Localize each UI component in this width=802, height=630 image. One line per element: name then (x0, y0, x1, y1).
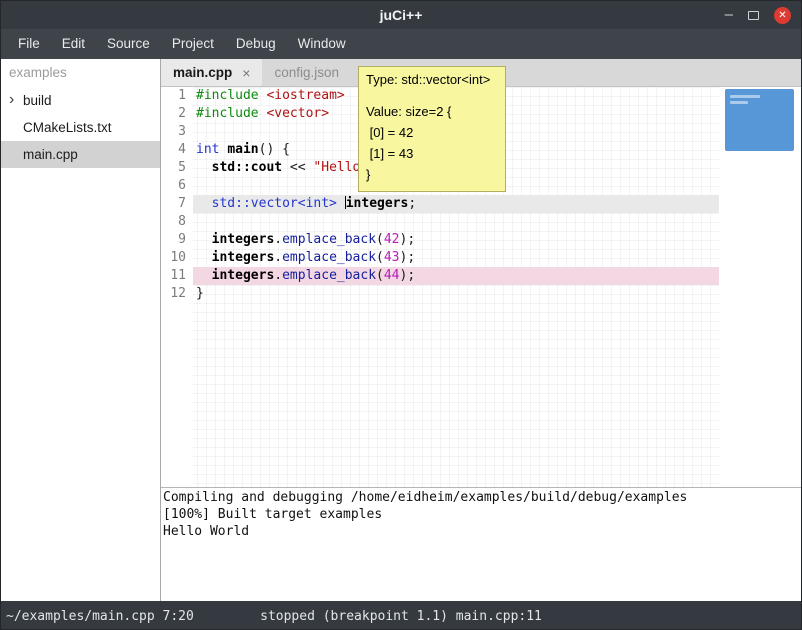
terminal-output[interactable]: Compiling and debugging /home/eidheim/ex… (161, 487, 801, 601)
menu-window[interactable]: Window (287, 29, 357, 59)
line-number[interactable]: 1 (161, 87, 193, 105)
minimize-button[interactable]: – (725, 1, 733, 29)
tab-label: main.cpp (173, 65, 232, 80)
close-button[interactable]: ✕ (774, 7, 791, 24)
line-number[interactable]: 4 (161, 141, 193, 159)
menu-source[interactable]: Source (96, 29, 161, 59)
menu-file[interactable]: File (7, 29, 51, 59)
tooltip-type-line: Type: std::vector<int> (366, 72, 498, 87)
line-number[interactable]: 7 (161, 195, 193, 213)
code-line-10[interactable]: 10 integers.emplace_back(43); (161, 249, 719, 267)
code-line-12[interactable]: 12} (161, 285, 719, 303)
code-line-9[interactable]: 9 integers.emplace_back(42); (161, 231, 719, 249)
tooltip-value-line: Value: size=2 { (366, 101, 498, 122)
window-controls: – ✕ (725, 1, 791, 29)
window-title: juCi++ (1, 7, 801, 23)
code-line-7[interactable]: 7 std::vector<int> integers; (161, 195, 719, 213)
tab-label: config.json (274, 65, 339, 80)
terminal-line: Compiling and debugging /home/eidheim/ex… (163, 489, 799, 506)
tree-item-cmakelists.txt[interactable]: CMakeLists.txt (1, 114, 160, 141)
line-number[interactable]: 3 (161, 123, 193, 141)
tooltip-value-line: } (366, 164, 498, 185)
line-number[interactable]: 10 (161, 249, 193, 267)
line-number[interactable]: 9 (161, 231, 193, 249)
expander-icon[interactable]: › (9, 86, 14, 113)
tree-item-label: build (23, 93, 52, 108)
menu-edit[interactable]: Edit (51, 29, 96, 59)
debug-value-tooltip: Type: std::vector<int> Value: size=2 { [… (358, 66, 506, 192)
tooltip-value-line: [1] = 43 (366, 143, 498, 164)
tab-config.json[interactable]: config.json (262, 59, 351, 86)
file-tree-panel: examples › build CMakeLists.txt main.cpp (1, 59, 161, 601)
line-number[interactable]: 6 (161, 177, 193, 195)
menu-debug[interactable]: Debug (225, 29, 287, 59)
status-bar: ~/examples/main.cpp 7:20 stopped (breakp… (1, 601, 801, 630)
status-file-position: ~/examples/main.cpp 7:20 (1, 609, 194, 624)
tree-item-build[interactable]: › build (1, 87, 160, 114)
tree-item-main.cpp[interactable]: main.cpp (1, 141, 160, 168)
code-line-8[interactable]: 8 (161, 213, 719, 231)
line-number[interactable]: 12 (161, 285, 193, 303)
tab-main.cpp[interactable]: main.cpp × (161, 59, 262, 86)
maximize-button[interactable] (748, 11, 759, 20)
line-number[interactable]: 8 (161, 213, 193, 231)
status-debug-state: stopped (breakpoint 1.1) main.cpp:11 (260, 609, 542, 624)
code-text: integers.emplace_back(44); (193, 267, 719, 285)
editor-overview-strip (719, 87, 801, 487)
menu-project[interactable]: Project (161, 29, 225, 59)
code-text: integers.emplace_back(43); (193, 249, 719, 267)
menubar: FileEditSourceProjectDebugWindow (1, 29, 801, 59)
tooltip-value-line: [0] = 42 (366, 122, 498, 143)
line-number[interactable]: 11 (161, 267, 193, 285)
code-text: } (193, 285, 719, 303)
scrollbar-thumb[interactable] (725, 89, 794, 151)
project-name-header: examples (1, 59, 160, 87)
tree-item-label: CMakeLists.txt (23, 120, 112, 135)
code-line-11[interactable]: 11 integers.emplace_back(44); (161, 267, 719, 285)
titlebar: juCi++ – ✕ (1, 1, 801, 29)
file-tree: › build CMakeLists.txt main.cpp (1, 87, 160, 168)
line-number[interactable]: 5 (161, 159, 193, 177)
close-tab-icon[interactable]: × (242, 65, 250, 81)
code-text (193, 213, 719, 231)
code-text: std::vector<int> integers; (193, 195, 719, 213)
terminal-line: [100%] Built target examples (163, 506, 799, 523)
terminal-line: Hello World (163, 523, 799, 540)
close-icon: ✕ (778, 10, 786, 21)
app-window: juCi++ – ✕ FileEditSourceProjectDebugWin… (0, 0, 802, 630)
tooltip-value-block: Value: size=2 { [0] = 42 [1] = 43} (366, 101, 498, 185)
line-number[interactable]: 2 (161, 105, 193, 123)
tree-item-label: main.cpp (23, 147, 78, 162)
code-text: integers.emplace_back(42); (193, 231, 719, 249)
